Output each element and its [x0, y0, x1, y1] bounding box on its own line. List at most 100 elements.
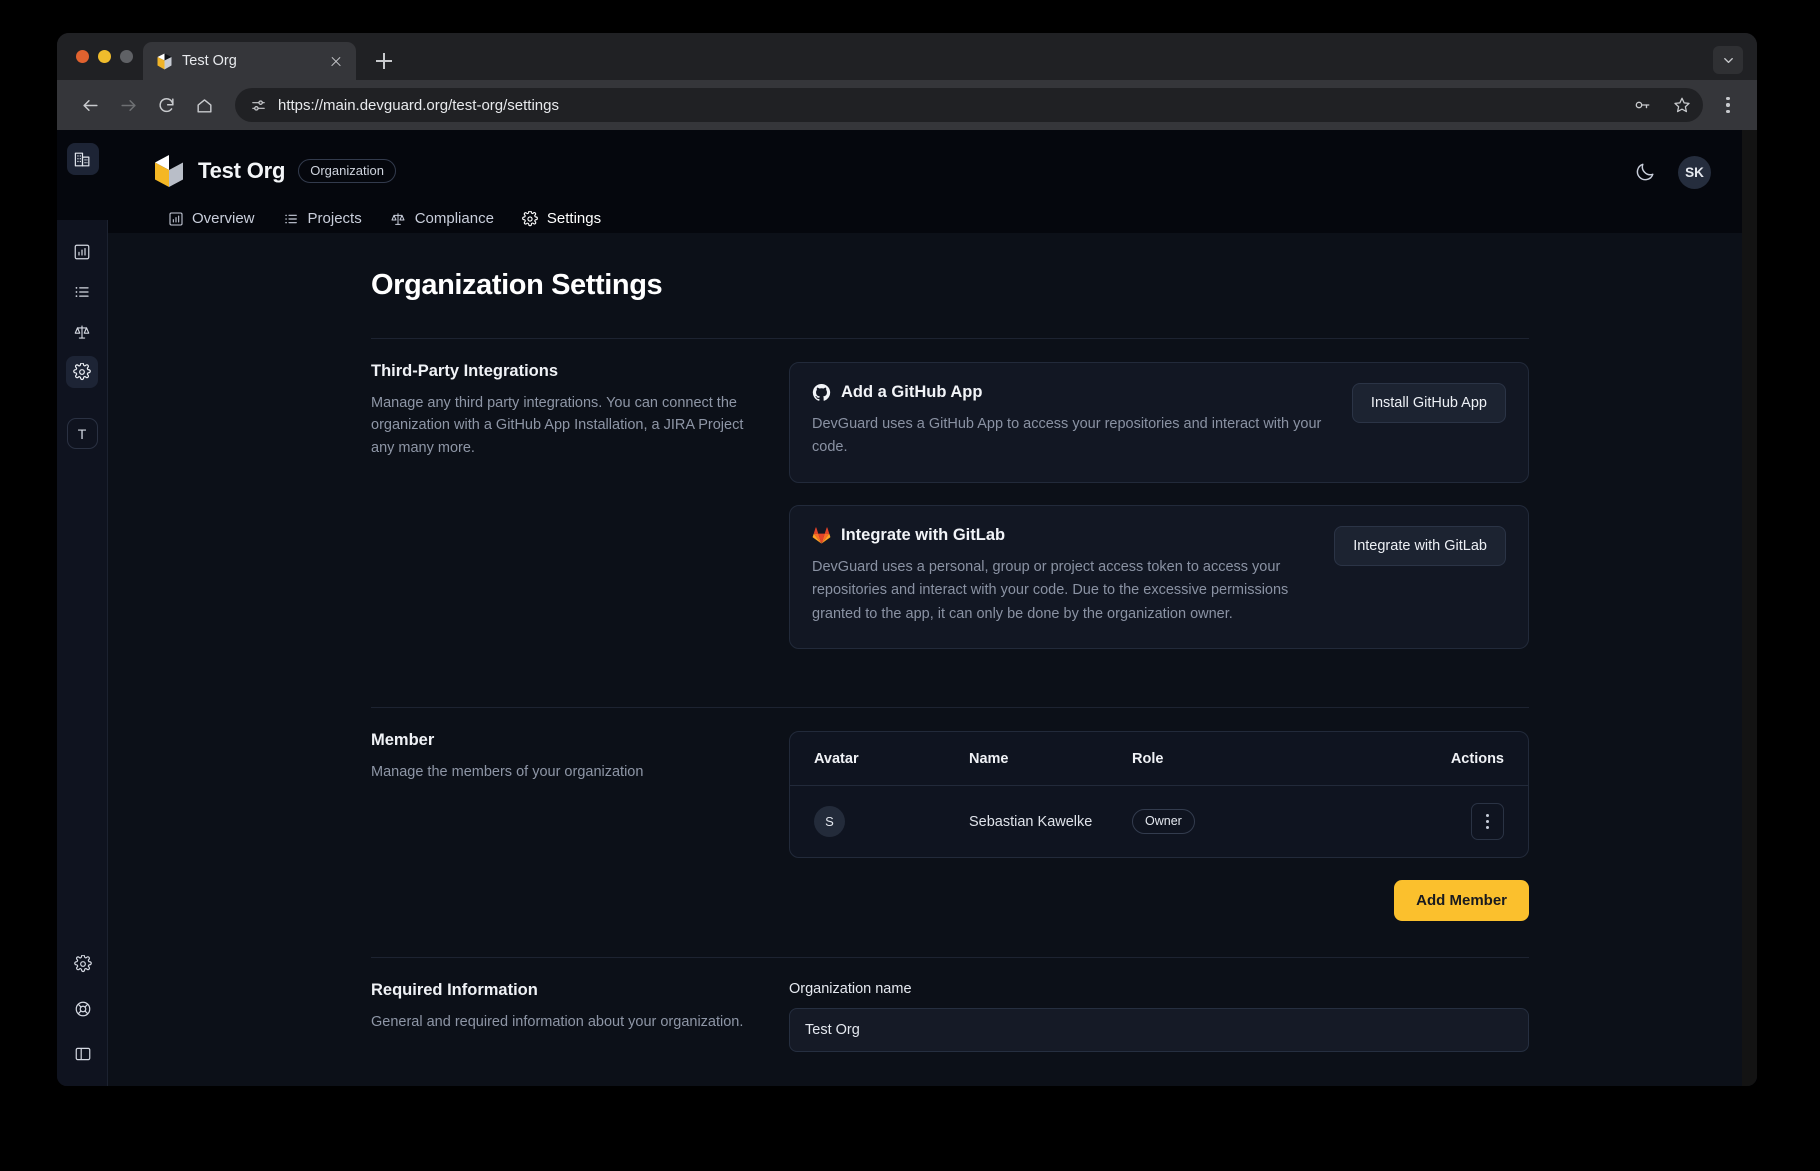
bar-chart-icon: [167, 210, 184, 227]
list-icon: [283, 210, 300, 227]
section-subtitle: General and required information about y…: [371, 1011, 749, 1033]
member-table: Avatar Name Role Actions S Sebastian: [789, 731, 1529, 858]
settings-scroll-area[interactable]: Organization Settings Third-Party Integr…: [108, 233, 1757, 1086]
add-member-button[interactable]: Add Member: [1394, 880, 1529, 921]
browser-window: Test Org: [57, 33, 1757, 1086]
building-icon[interactable]: [67, 143, 99, 175]
github-integration-card: Add a GitHub App DevGuard uses a GitHub …: [789, 362, 1529, 483]
status-badge: Organization: [298, 159, 396, 183]
github-icon: [812, 383, 831, 402]
gitlab-card-title-row: Integrate with GitLab: [812, 526, 1314, 545]
section-description: Third-Party Integrations Manage any thir…: [371, 362, 789, 671]
rail-bottom-group: [57, 948, 108, 1074]
section-title: Member: [371, 731, 749, 750]
window-edge: [1742, 130, 1757, 1086]
github-card-description: DevGuard uses a GitHub App to access you…: [812, 413, 1332, 460]
install-github-app-button[interactable]: Install GitHub App: [1352, 383, 1506, 423]
tab-label: Compliance: [415, 210, 494, 227]
section-required-information: Required Information General and require…: [371, 957, 1529, 1052]
section-title: Third-Party Integrations: [371, 362, 749, 381]
column-header-role: Role: [1132, 751, 1422, 767]
tab-label: Projects: [308, 210, 362, 227]
browser-tab-title: Test Org: [182, 53, 318, 69]
chevron-down-icon[interactable]: [1713, 46, 1743, 74]
github-card-title-row: Add a GitHub App: [812, 383, 1332, 402]
organization-name-label: Organization name: [789, 981, 1529, 997]
section-member: Member Manage the members of your organi…: [371, 707, 1529, 921]
arrow-right-icon: [111, 88, 145, 122]
spacer: [108, 1052, 1757, 1086]
project-avatar[interactable]: T: [67, 418, 98, 449]
devguard-cube-icon: [156, 53, 173, 70]
status-badge: Owner: [1132, 809, 1195, 834]
section-title: Required Information: [371, 981, 749, 1000]
column-header-avatar: Avatar: [814, 751, 969, 767]
integration-cards: Add a GitHub App DevGuard uses a GitHub …: [789, 362, 1529, 671]
integrate-with-gitlab-button[interactable]: Integrate with GitLab: [1334, 526, 1506, 566]
gitlab-card-body: Integrate with GitLab DevGuard uses a pe…: [812, 526, 1314, 626]
avatar[interactable]: SK: [1678, 156, 1711, 189]
required-info-description: Required Information General and require…: [371, 981, 789, 1052]
maximize-window-button[interactable]: [120, 50, 133, 63]
url-text[interactable]: https://main.devguard.org/test-org/setti…: [278, 97, 1617, 114]
gear-icon: [522, 210, 539, 227]
member-table-wrapper: Avatar Name Role Actions S Sebastian: [789, 731, 1529, 921]
browser-tab-strip: Test Org: [57, 33, 1757, 80]
gitlab-card-description: DevGuard uses a personal, group or proje…: [812, 556, 1314, 626]
home-icon[interactable]: [187, 88, 221, 122]
organization-name-input[interactable]: [789, 1008, 1529, 1052]
add-member-row: Add Member: [789, 880, 1529, 921]
close-icon[interactable]: [327, 52, 345, 70]
section-third-party-integrations: Third-Party Integrations Manage any thir…: [371, 338, 1529, 671]
column-header-name: Name: [969, 751, 1132, 767]
tab-label: Overview: [192, 210, 255, 227]
header-actions: SK: [1634, 156, 1711, 189]
sidebar-item-projects[interactable]: [66, 276, 98, 308]
panel-icon[interactable]: [67, 1038, 99, 1070]
section-subtitle: Manage the members of your organization: [371, 761, 749, 783]
plus-icon[interactable]: [368, 45, 400, 77]
devguard-cube-icon: [153, 154, 185, 188]
moon-icon[interactable]: [1634, 161, 1658, 185]
avatar: S: [814, 806, 845, 837]
table-row: S Sebastian Kawelke Owner: [790, 786, 1528, 857]
settings-content: Organization Settings Third-Party Integr…: [108, 233, 1757, 1086]
github-card-body: Add a GitHub App DevGuard uses a GitHub …: [812, 383, 1332, 460]
page-viewport: T: [57, 130, 1757, 1086]
github-card-title: Add a GitHub App: [841, 383, 982, 402]
omnibox[interactable]: https://main.devguard.org/test-org/setti…: [235, 88, 1703, 122]
close-window-button[interactable]: [76, 50, 89, 63]
kebab-menu-icon[interactable]: [1713, 88, 1743, 122]
spacer: [108, 921, 1757, 957]
page-heading: Organization Settings: [371, 269, 1757, 302]
tab-label: Settings: [547, 210, 601, 227]
key-icon[interactable]: [1627, 90, 1657, 120]
gitlab-integration-card: Integrate with GitLab DevGuard uses a pe…: [789, 505, 1529, 649]
browser-tab[interactable]: Test Org: [143, 42, 356, 80]
lifebuoy-icon[interactable]: [67, 993, 99, 1025]
scales-icon: [390, 210, 407, 227]
kebab-menu-icon[interactable]: [1471, 803, 1504, 840]
app-header: Test Org Organization SK: [108, 130, 1757, 241]
member-name: Sebastian Kawelke: [969, 814, 1132, 830]
minimize-window-button[interactable]: [98, 50, 111, 63]
gitlab-card-title: Integrate with GitLab: [841, 526, 1005, 545]
arrow-left-icon[interactable]: [73, 88, 107, 122]
devguard-app: Test Org Organization SK: [108, 130, 1757, 1086]
tune-icon[interactable]: [248, 95, 268, 115]
reload-icon[interactable]: [149, 88, 183, 122]
member-avatar-cell: S: [814, 806, 969, 837]
section-subtitle: Manage any third party integrations. You…: [371, 392, 749, 459]
column-header-actions: Actions: [1422, 751, 1504, 767]
gear-icon[interactable]: [67, 948, 99, 980]
sidebar-item-settings[interactable]: [66, 356, 98, 388]
member-actions-cell: [1422, 803, 1504, 840]
rail-org-section: [57, 130, 108, 220]
sidebar-item-compliance[interactable]: [66, 316, 98, 348]
star-icon[interactable]: [1667, 90, 1697, 120]
sidebar-item-overview[interactable]: [66, 236, 98, 268]
org-identity: Test Org Organization: [108, 150, 1757, 192]
rail-nav-group: T: [66, 236, 98, 449]
browser-toolbar: https://main.devguard.org/test-org/setti…: [57, 80, 1757, 130]
member-section-description: Member Manage the members of your organi…: [371, 731, 789, 921]
